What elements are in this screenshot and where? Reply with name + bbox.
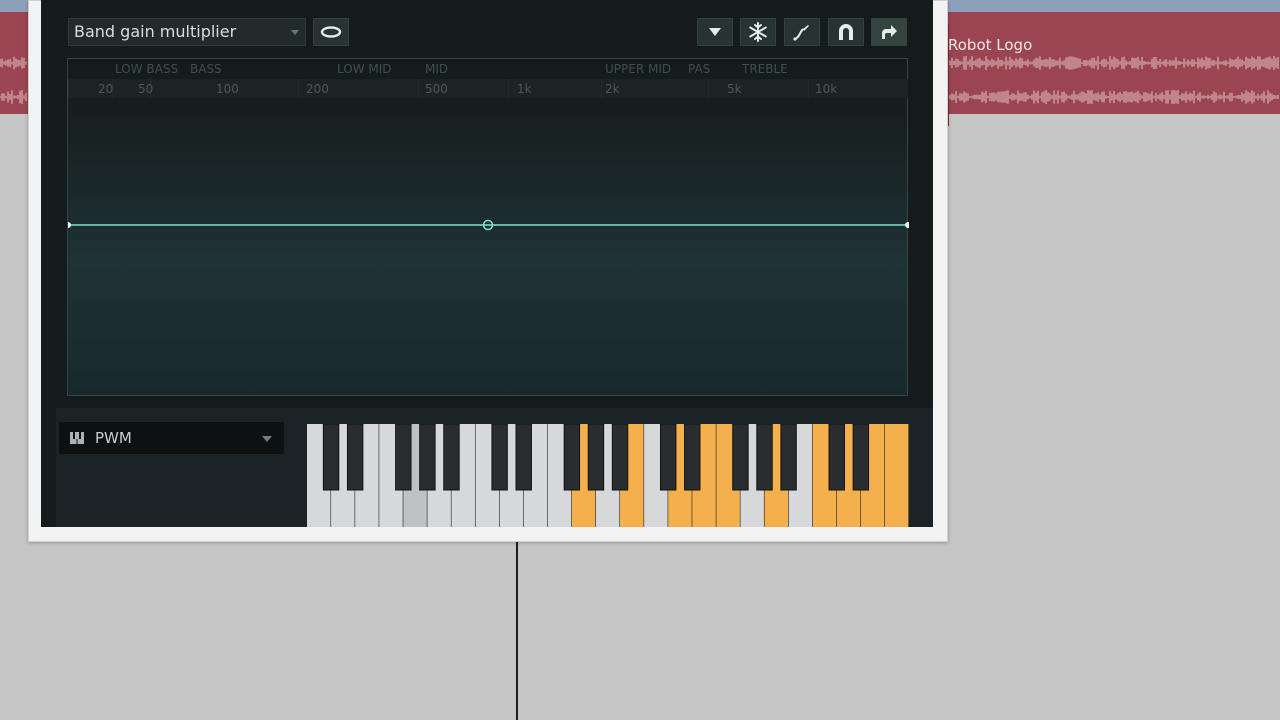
piano-black-key[interactable] [828, 424, 845, 491]
snap-button[interactable] [828, 18, 864, 46]
preset-select-label: Band gain multiplier [74, 22, 237, 41]
loop-button[interactable] [313, 18, 349, 46]
piano-black-key[interactable] [611, 424, 629, 491]
piano-black-key[interactable] [732, 424, 749, 491]
piano-black-key[interactable] [587, 424, 605, 491]
piano-black-key[interactable] [684, 424, 701, 491]
clip-name[interactable]: Robot Logo [948, 36, 1032, 54]
piano-black-key[interactable] [780, 424, 797, 491]
eq-graph[interactable]: LOW BASS BASS LOW MID MID UPPER MID PAS … [67, 58, 909, 397]
piano-black-key[interactable] [563, 424, 581, 491]
piano-keyboard[interactable] [307, 424, 909, 527]
waveform-select-label: PWM [95, 429, 132, 447]
eq-curve[interactable] [68, 59, 909, 397]
snowflake-icon [749, 22, 767, 42]
loop-icon [320, 26, 342, 38]
preset-select[interactable]: Band gain multiplier [68, 18, 306, 46]
piano-black-key[interactable] [491, 424, 508, 491]
playhead-line[interactable] [516, 540, 518, 720]
piano-black-key[interactable] [515, 424, 532, 491]
piano-black-key[interactable] [659, 424, 677, 491]
piano-black-key[interactable] [322, 424, 340, 491]
piano-black-key[interactable] [443, 424, 460, 491]
freeze-button[interactable] [740, 18, 776, 46]
plugin-window: Band gain multiplier LOW BASS BASS LOW M… [41, 0, 933, 527]
piano-white-key[interactable] [884, 424, 909, 527]
forward-button[interactable] [871, 18, 907, 46]
waveform-select[interactable]: PWM [59, 422, 284, 454]
piano-black-key[interactable] [395, 424, 412, 491]
piano-icon [70, 432, 84, 444]
eq-node-end[interactable] [905, 222, 909, 228]
arrow-right-icon [882, 25, 897, 39]
bottom-panel: PWM [56, 408, 933, 527]
chevron-down-icon [291, 30, 299, 35]
curve-tool-icon [793, 25, 809, 41]
piano-black-key[interactable] [852, 424, 870, 491]
piano-black-key[interactable] [419, 424, 436, 491]
curve-tool-button[interactable] [784, 18, 820, 46]
eq-node-start[interactable] [68, 222, 71, 228]
plugin-toolbar: Band gain multiplier [41, 7, 933, 59]
dropdown-icon [709, 28, 721, 36]
piano-black-key[interactable] [346, 424, 364, 491]
magnet-icon [839, 24, 853, 40]
menu-dropdown-button[interactable] [697, 18, 733, 46]
piano-black-key[interactable] [756, 424, 773, 491]
chevron-down-icon [262, 436, 272, 442]
